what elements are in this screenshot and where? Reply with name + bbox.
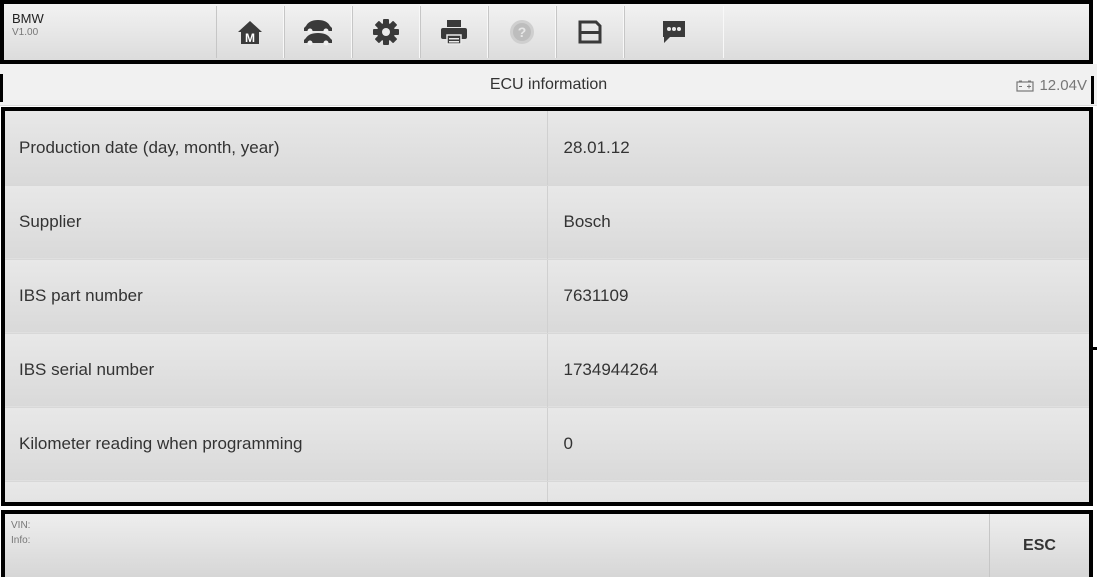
frame-marker-right — [1091, 76, 1094, 104]
row-value-clipped — [547, 481, 1089, 502]
table-row[interactable]: IBS part number 7631109 — [5, 259, 1089, 334]
row-value: 1734944264 — [547, 333, 1089, 408]
table-row[interactable]: IBS serial number 1734944264 — [5, 333, 1089, 408]
row-label-clipped — [5, 481, 548, 502]
table-row[interactable]: Production date (day, month, year) 28.01… — [5, 111, 1089, 186]
vin-label: VIN: — [11, 520, 31, 531]
frame-marker-tick — [1093, 347, 1097, 350]
settings-button[interactable] — [352, 6, 420, 58]
help-button[interactable]: ? — [488, 6, 556, 58]
top-toolbar: BMW V1.00 M ? — [0, 0, 1093, 64]
row-value: 28.01.12 — [547, 111, 1089, 186]
svg-text:?: ? — [518, 24, 527, 40]
help-icon: ? — [510, 20, 534, 44]
battery-voltage: 12.04V — [1016, 77, 1087, 94]
table-row-partial[interactable] — [5, 481, 1089, 502]
row-label: Kilometer reading when programming — [5, 407, 548, 482]
table-row[interactable]: Supplier Bosch — [5, 185, 1089, 260]
vehicle-meta: VIN: Info: — [11, 518, 30, 548]
row-value: 0 — [547, 407, 1089, 482]
save-button[interactable] — [556, 6, 624, 58]
toolbar-buttons: M ? — [216, 6, 724, 58]
page-title: ECU information — [489, 76, 608, 93]
battery-icon — [1016, 80, 1035, 92]
home-icon: M — [238, 21, 262, 45]
home-button[interactable]: M — [216, 6, 284, 58]
bottom-bar: VIN: Info: ESC — [1, 510, 1093, 577]
print-button[interactable] — [420, 6, 488, 58]
vehicle-swap-icon — [304, 20, 332, 46]
ecu-info-table: Production date (day, month, year) 28.01… — [1, 107, 1093, 506]
row-label: Supplier — [5, 185, 548, 260]
voltage-value: 12.04V — [1039, 77, 1087, 94]
message-icon — [663, 21, 685, 43]
row-label: IBS serial number — [5, 333, 548, 408]
gear-icon — [373, 19, 399, 45]
title-row: ECU information 12.04V — [0, 64, 1097, 106]
message-button[interactable] — [624, 6, 724, 58]
home-badge: M — [245, 31, 255, 45]
esc-button[interactable]: ESC — [989, 514, 1089, 577]
row-label: Production date (day, month, year) — [5, 111, 548, 186]
vehicle-make: BMW — [12, 11, 44, 26]
software-version: V1.00 — [12, 26, 39, 38]
table-row[interactable]: Kilometer reading when programming 0 — [5, 407, 1089, 482]
info-label: Info: — [11, 535, 31, 546]
printer-icon — [441, 20, 467, 45]
row-value: 7631109 — [547, 259, 1089, 334]
row-value: Bosch — [547, 185, 1089, 260]
vehicle-swap-button[interactable] — [284, 6, 352, 58]
vehicle-brand: BMW V1.00 — [12, 11, 44, 38]
save-icon — [578, 20, 602, 44]
row-label: IBS part number — [5, 259, 548, 334]
